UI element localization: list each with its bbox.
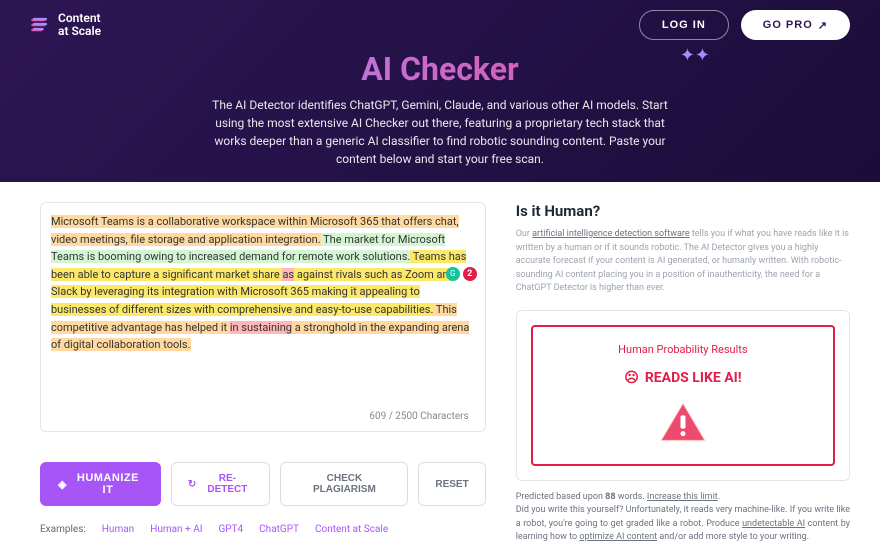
humanize-label: HUMANIZE IT (73, 472, 143, 496)
logo[interactable]: Contentat Scale (30, 12, 101, 38)
increase-limit-link[interactable]: Increase this limit (647, 492, 718, 502)
sidebar-title: Is it Human? (516, 202, 850, 220)
redetect-label: RE-DETECT (201, 473, 253, 495)
sparkle-icon: ✦✦ (680, 45, 710, 66)
arrow-icon: ↗ (818, 19, 828, 32)
character-count: 609 / 2500 Characters (369, 409, 474, 425)
sidebar-description: Our artificial intelligence detection so… (516, 228, 850, 296)
example-gpt4[interactable]: GPT4 (218, 524, 243, 535)
content-textarea[interactable]: Microsoft Teams is a collaborative works… (40, 202, 486, 432)
reset-button[interactable]: RESET (418, 462, 485, 506)
example-human-ai[interactable]: Human + AI (150, 524, 202, 535)
logo-icon (30, 15, 50, 35)
go-pro-button[interactable]: GO PRO ↗ (741, 10, 850, 40)
humanize-button[interactable]: ◈ HUMANIZE IT (40, 462, 161, 506)
examples-row: Examples: Human Human + AI GPT4 ChatGPT … (40, 524, 486, 535)
warning-triangle-icon (658, 400, 708, 444)
grammarly-count: 2 (463, 267, 477, 281)
text-segment: in sustaining (230, 321, 292, 334)
redetect-button[interactable]: ↻ RE-DETECT (171, 462, 271, 506)
result-verdict: ☹ READS LIKE AI! (543, 370, 823, 386)
prediction-text: Predicted based upon 88 words. Increase … (516, 491, 850, 545)
result-box: Human Probability Results ☹ READS LIKE A… (516, 310, 850, 481)
sad-face-icon: ☹ (624, 370, 639, 386)
page-title: AI Checker (140, 50, 740, 88)
diamond-icon: ◈ (58, 478, 67, 491)
nav-bar: Contentat Scale LOG IN GO PRO ↗ (0, 0, 880, 50)
login-button[interactable]: LOG IN (639, 10, 729, 40)
examples-label: Examples: (40, 524, 86, 535)
hero-section: Contentat Scale LOG IN GO PRO ↗ ✦✦ AI Che… (0, 0, 880, 182)
refresh-icon: ↻ (188, 479, 196, 490)
example-chatgpt[interactable]: ChatGPT (259, 524, 299, 535)
optimize-link[interactable]: optimize AI content (579, 532, 657, 542)
page-description: The AI Detector identifies ChatGPT, Gemi… (210, 96, 670, 168)
plagiarism-button[interactable]: CHECK PLAGIARISM (280, 462, 408, 506)
example-cas[interactable]: Content at Scale (315, 524, 388, 535)
grammarly-icon: G (446, 267, 460, 281)
text-segment: as (282, 268, 294, 281)
go-pro-label: GO PRO (763, 19, 813, 31)
result-label: Human Probability Results (543, 343, 823, 356)
example-human[interactable]: Human (102, 524, 134, 535)
grammarly-widget[interactable]: G 2 (446, 267, 477, 281)
brand-line-2: at Scale (58, 25, 101, 38)
verdict-text: READS LIKE AI! (645, 370, 742, 386)
undetectable-link[interactable]: undetectable AI (742, 519, 805, 529)
detection-software-link[interactable]: artificial intelligence detection softwa… (532, 229, 689, 239)
